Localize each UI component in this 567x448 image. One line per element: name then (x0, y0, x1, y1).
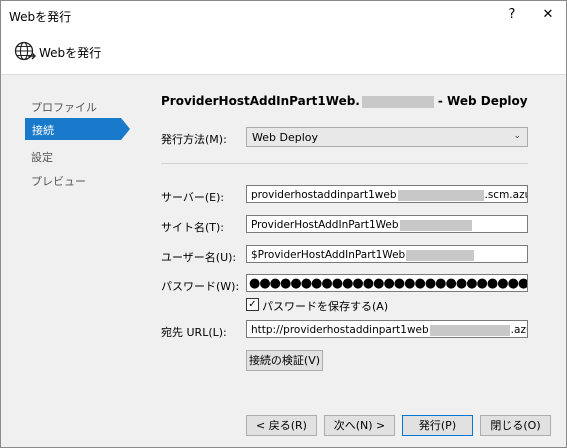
profile-name: ProviderHostAddInPart1Web. (161, 94, 360, 108)
site-label: サイト名(T): (161, 221, 225, 234)
publish-method-select[interactable]: Web Deploy ⌄ (246, 127, 528, 147)
server-value-start: providerhostaddinpart1web (251, 189, 397, 201)
window-title: Webを発行 (9, 10, 72, 24)
site-name-input[interactable]: ProviderHostAddInPart1Web (246, 215, 528, 233)
header-title: Webを発行 (39, 46, 102, 60)
nav-item-connection[interactable]: 接続 (25, 118, 130, 140)
profile-type: - Web Deploy (437, 94, 528, 108)
user-value: $ProviderHostAddInPart1Web (251, 249, 406, 261)
title-bar: Webを発行 ? ✕ (1, 1, 566, 30)
divider (161, 163, 528, 164)
nav-item-connection-label: 接続 (32, 124, 54, 137)
validate-connection-button[interactable]: 接続の検証(V) (246, 350, 323, 371)
globe-publish-icon (13, 39, 37, 66)
server-input[interactable]: providerhostaddinpart1web .scm.azurewebsi… (246, 185, 528, 203)
save-password-label[interactable]: パスワードを保存する(A) (262, 298, 388, 314)
publish-button[interactable]: 発行(P) (402, 415, 473, 436)
close-button[interactable]: 閉じる(O) (480, 415, 551, 436)
user-label: ユーザー名(U): (161, 251, 237, 264)
save-password-checkbox[interactable]: ✓ (246, 298, 259, 311)
password-input[interactable]: ●●●●●●●●●●●●●●●●●●●●●●●●●●●●●●●● (246, 274, 528, 292)
redacted-block (397, 189, 484, 201)
redacted-block (406, 249, 475, 261)
dest-url-value-start: http://providerhostaddinpart1web (251, 324, 429, 336)
server-value-end: .scm.azurewebsites.ne (484, 189, 528, 201)
dest-url-value-end: .azurewebsites. (510, 324, 527, 336)
dialog-header: Webを発行 (1, 30, 566, 75)
dest-url-input[interactable]: http://providerhostaddinpart1web .azurewe… (246, 320, 528, 338)
nav-item-profile[interactable]: プロファイル (31, 99, 97, 115)
publish-method-value: Web Deploy (252, 131, 318, 144)
profile-title: ProviderHostAddInPart1Web. - Web Deploy (161, 94, 528, 108)
method-label: 発行方法(M): (161, 133, 227, 146)
redacted-block (429, 324, 510, 336)
server-label: サーバー(E): (161, 191, 225, 204)
publish-web-dialog: Webを発行 ? ✕ Webを発行 プロファイル 接続 設定 プレビュー Pro… (0, 0, 567, 448)
dest-url-label: 宛先 URL(L): (161, 326, 227, 339)
close-window-button[interactable]: ✕ (535, 4, 561, 26)
chevron-down-icon: ⌄ (513, 131, 521, 141)
back-button[interactable]: < 戻る(R) (246, 415, 317, 436)
help-button[interactable]: ? (499, 4, 525, 26)
nav-item-settings[interactable]: 設定 (31, 149, 53, 165)
next-button[interactable]: 次へ(N) > (324, 415, 395, 436)
site-value: ProviderHostAddInPart1Web (251, 219, 399, 231)
username-input[interactable]: $ProviderHostAddInPart1Web (246, 245, 528, 263)
nav-item-preview[interactable]: プレビュー (31, 173, 86, 189)
password-label: パスワード(W): (161, 280, 240, 293)
redacted-block (399, 219, 472, 231)
redacted-block (361, 95, 434, 108)
